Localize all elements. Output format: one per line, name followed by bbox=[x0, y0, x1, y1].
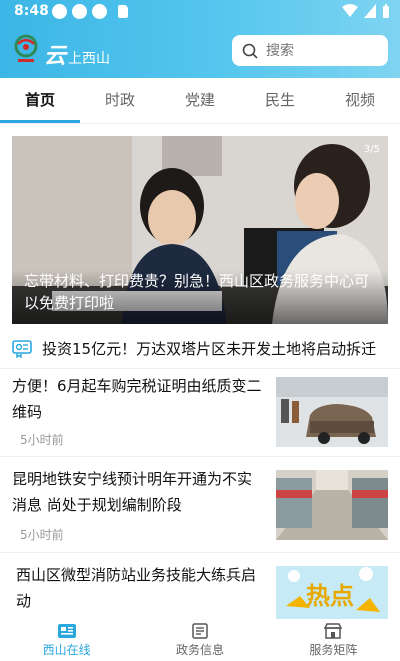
news-item[interactable]: 昆明地铁安宁线预计明年开通为不实消息 尚处于规划编制阶段 5小时前 bbox=[12, 466, 388, 546]
status-bar: 8:48 bbox=[0, 0, 400, 24]
news-title: 方便！6月起车购完税证明由纸质变二维码 bbox=[12, 377, 262, 421]
sd-card-icon bbox=[118, 5, 128, 18]
ticker-text: 投资15亿元！万达双塔片区未开发土地将启动拆迁 bbox=[42, 339, 377, 358]
news-thumbnail: 热点 bbox=[276, 566, 388, 620]
news-time: 5小时前 bbox=[20, 528, 64, 542]
search-icon bbox=[242, 43, 258, 59]
brand-sub: 上西山 bbox=[68, 51, 111, 67]
nav-service-matrix[interactable]: 服务矩阵 bbox=[267, 619, 400, 661]
news-title: 昆明地铁安宁线预计明年开通为不实消息 尚处于规划编制阶段 bbox=[12, 470, 253, 514]
store-icon bbox=[324, 623, 343, 639]
divider bbox=[0, 456, 400, 457]
news-thumbnail bbox=[276, 377, 388, 447]
search-box[interactable] bbox=[232, 35, 388, 66]
search-input[interactable] bbox=[266, 42, 366, 59]
battery-icon bbox=[383, 4, 389, 18]
nav-label: 服务矩阵 bbox=[309, 643, 358, 657]
status-time: 8:48 bbox=[14, 3, 49, 19]
signal-icon bbox=[364, 4, 376, 18]
badge-icon bbox=[12, 340, 32, 358]
tab-video[interactable]: 视频 bbox=[320, 78, 400, 123]
hero-carousel[interactable]: 3/5 忘带材料、打印费贵？别急！西山区政务服务中心可以免费打印啦 bbox=[12, 136, 388, 324]
news-item[interactable]: 西山区微型消防站业务技能大练兵启动 热点 bbox=[12, 562, 388, 622]
app-header: 8:48 云上西山 bbox=[0, 0, 400, 78]
news-title: 西山区微型消防站业务技能大练兵启动 bbox=[16, 566, 257, 610]
nav-xishan-online[interactable]: 西山在线 bbox=[0, 619, 133, 661]
notification-icon bbox=[72, 4, 87, 19]
nav-label: 西山在线 bbox=[42, 643, 91, 657]
wifi-icon bbox=[342, 4, 358, 17]
app-logo-icon bbox=[14, 34, 38, 62]
document-icon bbox=[192, 623, 208, 639]
news-time: 5小时前 bbox=[20, 433, 64, 447]
nav-gov-info[interactable]: 政务信息 bbox=[133, 619, 266, 661]
tab-livelihood[interactable]: 民生 bbox=[240, 78, 320, 123]
tab-party[interactable]: 党建 bbox=[160, 78, 240, 123]
divider bbox=[0, 368, 400, 369]
notification-icon bbox=[92, 4, 107, 19]
tab-politics[interactable]: 时政 bbox=[80, 78, 160, 123]
hero-caption: 忘带材料、打印费贵？别急！西山区政务服务中心可以免费打印啦 bbox=[12, 270, 388, 324]
notification-icon bbox=[52, 4, 67, 19]
news-item[interactable]: 方便！6月起车购完税证明由纸质变二维码 5小时前 bbox=[12, 373, 388, 453]
hot-label: 热点 bbox=[306, 582, 354, 610]
headline-ticker[interactable]: 投资15亿元！万达双塔片区未开发土地将启动拆迁 bbox=[12, 336, 388, 360]
carousel-counter: 3/5 bbox=[363, 144, 380, 155]
notification-icons bbox=[52, 4, 107, 19]
brand-main: 云 bbox=[44, 43, 67, 69]
bottom-navigation: 西山在线 政务信息 服务矩阵 bbox=[0, 619, 400, 661]
system-icons bbox=[342, 4, 390, 18]
app-brand: 云上西山 bbox=[44, 38, 110, 70]
tab-home[interactable]: 首页 bbox=[0, 78, 80, 123]
divider bbox=[0, 552, 400, 553]
news-icon bbox=[57, 624, 76, 638]
nav-label: 政务信息 bbox=[175, 643, 224, 657]
category-tabs: 首页 时政 党建 民生 视频 bbox=[0, 78, 400, 124]
news-thumbnail bbox=[276, 470, 388, 540]
